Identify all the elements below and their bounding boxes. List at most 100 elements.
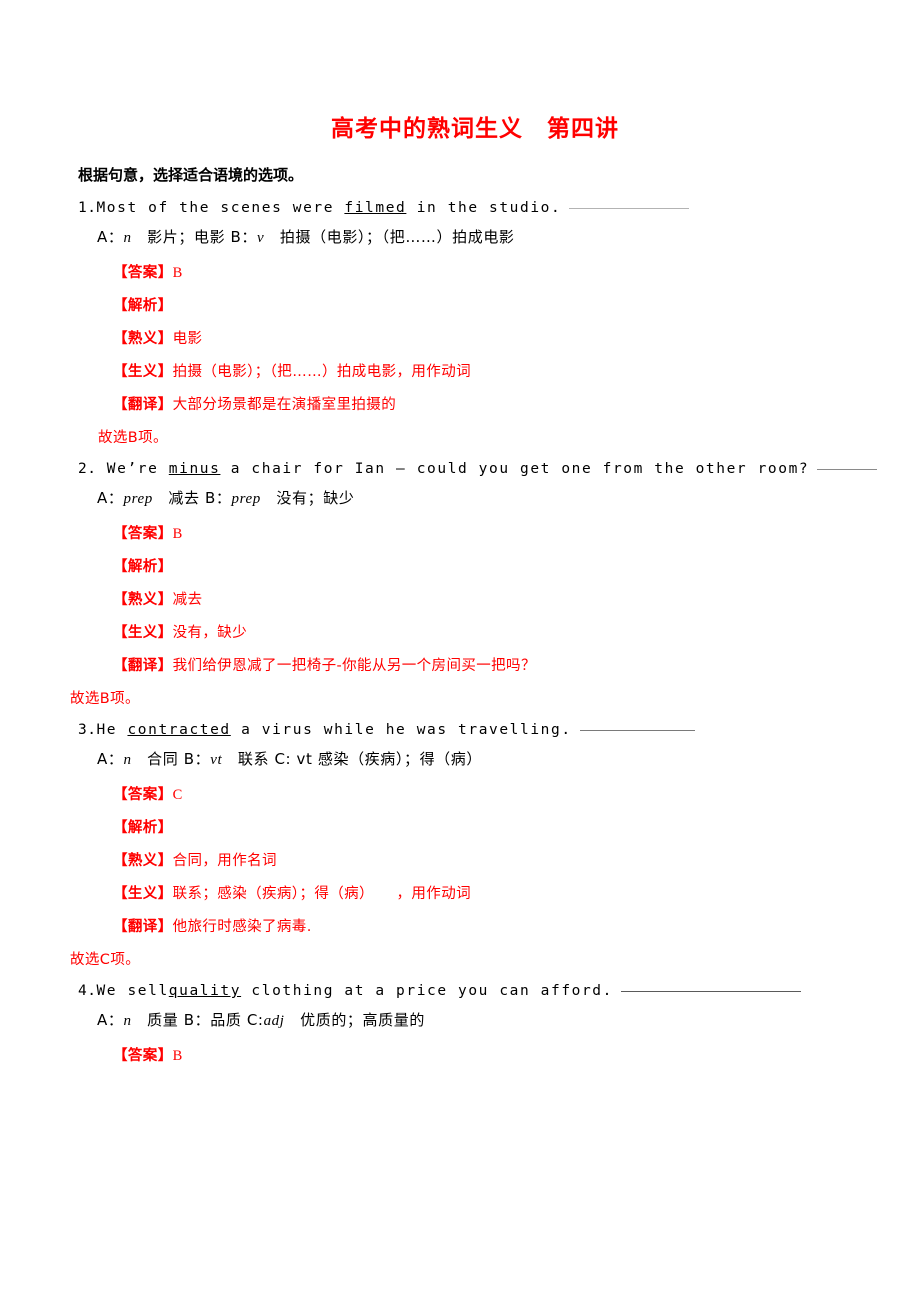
- common-meaning-line-1: 【熟义】电影: [0, 317, 920, 350]
- document-page: 高考中的熟词生义 第四讲 根据句意，选择适合语境的选项。 1.Most of t…: [0, 0, 920, 1302]
- common-meaning-label-3: 【熟义】: [113, 853, 173, 869]
- analysis-label-3: 【解析】: [113, 820, 173, 836]
- answer-label-4: 【答案】: [113, 1048, 173, 1064]
- option-a-pos-2: prep: [123, 491, 153, 507]
- option-a-pos-4: n: [123, 1013, 132, 1029]
- option-a-pos-3: n: [123, 752, 132, 768]
- answer-blank-3: [579, 730, 695, 731]
- common-meaning-line-3: 【熟义】合同，用作名词: [0, 839, 920, 872]
- question-stem-4: 4.We sellquality clothing at a price you…: [0, 971, 920, 1003]
- stem-text-before-1: Most of the scenes were: [96, 200, 345, 216]
- question-number-4: 4.: [78, 983, 97, 999]
- option-b-label-1: B：: [230, 228, 258, 246]
- option-a-text-1: 影片；电影: [131, 228, 231, 246]
- stem-keyword-1: filmed: [344, 200, 407, 216]
- question-block-1: 1.Most of the scenes were filmed in the …: [0, 188, 920, 449]
- new-meaning-line-2: 【生义】没有，缺少: [0, 611, 920, 644]
- answer-label-1: 【答案】: [113, 265, 173, 281]
- answer-line-3: 【答案】C: [0, 773, 920, 806]
- option-c-text-4: 优质的；高质量的: [284, 1011, 425, 1029]
- new-meaning-value-1: 拍摄（电影）；（把……）拍成电影，用作动词: [172, 364, 472, 380]
- question-block-3: 3.He contracted a virus while he was tra…: [0, 710, 920, 971]
- option-a-text-2: 减去: [152, 489, 205, 507]
- answer-line-1: 【答案】B: [0, 251, 920, 284]
- analysis-label-2: 【解析】: [113, 559, 173, 575]
- option-b-pos-2: prep: [231, 491, 261, 507]
- translation-value-3: 他旅行时感染了病毒.: [172, 919, 312, 935]
- option-b-label-4: B：: [183, 1011, 211, 1029]
- common-meaning-value-2: 减去: [172, 592, 203, 608]
- translation-line-2: 【翻译】我们给伊恩减了一把椅子-你能从另一个房间买一把吗？: [0, 644, 920, 677]
- document-body: 高考中的熟词生义 第四讲 根据句意，选择适合语境的选项。 1.Most of t…: [0, 0, 920, 1067]
- option-a-pos-1: n: [123, 230, 132, 246]
- analysis-line-1: 【解析】: [0, 284, 920, 317]
- option-b-pos-3: vt: [210, 752, 223, 768]
- option-a-text-4: 质量: [131, 1011, 184, 1029]
- option-c-pos-4: adj: [263, 1013, 285, 1029]
- answer-label-2: 【答案】: [113, 526, 173, 542]
- question-stem-1: 1.Most of the scenes were filmed in the …: [0, 188, 920, 220]
- option-a-label-1: A：: [97, 228, 124, 246]
- analysis-line-3: 【解析】: [0, 806, 920, 839]
- question-number-2: 2.: [78, 461, 97, 477]
- answer-blank-1: [569, 208, 690, 209]
- answer-label-3: 【答案】: [113, 787, 173, 803]
- option-a-label-4: A：: [97, 1011, 124, 1029]
- translation-label-1: 【翻译】: [113, 397, 173, 413]
- question-options-3: A：n 合同 B：vt 联系 C: vt 感染（疾病）；得（病）: [0, 742, 920, 773]
- answer-blank-2: [817, 469, 878, 470]
- conclusion-line-2: 故选B项。: [70, 691, 140, 707]
- option-c-pos-3: vt: [291, 750, 313, 768]
- question-stem-3: 3.He contracted a virus while he was tra…: [0, 710, 920, 742]
- option-c-label-3: C:: [274, 750, 292, 768]
- question-number-1: 1.: [78, 200, 97, 216]
- new-meaning-value-2: 没有，缺少: [172, 625, 248, 641]
- option-b-text-1: 拍摄（电影）；（把……）拍成电影: [264, 228, 515, 246]
- option-a-text-3: 合同: [131, 750, 184, 768]
- option-b-text-4: 品质: [210, 1011, 247, 1029]
- question-block-4: 4.We sellquality clothing at a price you…: [0, 971, 920, 1067]
- stem-keyword-4: quality: [168, 983, 242, 999]
- answer-blank-4: [620, 991, 801, 992]
- stem-text-before-4: We sell: [96, 983, 169, 999]
- conclusion-line-1: 故选B项。: [98, 430, 168, 446]
- option-a-label-2: A：: [97, 489, 124, 507]
- common-meaning-label-1: 【熟义】: [113, 331, 173, 347]
- answer-value-3: C: [172, 787, 183, 803]
- common-meaning-value-1: 电影: [172, 331, 203, 347]
- option-b-text-2: 没有；缺少: [260, 489, 355, 507]
- new-meaning-label-3: 【生义】: [113, 886, 173, 902]
- translation-value-2: 我们给伊恩减了一把椅子-你能从另一个房间买一把吗？: [172, 658, 536, 674]
- question-options-1: A：n 影片；电影 B：v 拍摄（电影）；（把……）拍成电影: [0, 220, 920, 251]
- question-options-4: A：n 质量 B：品质 C:adj 优质的；高质量的: [0, 1003, 920, 1034]
- translation-label-3: 【翻译】: [113, 919, 173, 935]
- translation-label-2: 【翻译】: [113, 658, 173, 674]
- option-b-text-3: 联系: [222, 750, 275, 768]
- answer-line-2: 【答案】B: [0, 512, 920, 545]
- new-meaning-value-3: 联系；感染（疾病）；得（病） ，用作动词: [172, 886, 472, 902]
- option-c-label-4: C:: [246, 1011, 264, 1029]
- conclusion-line-3: 故选C项。: [70, 952, 141, 968]
- stem-text-after-3: a virus while he was travelling.: [230, 722, 572, 738]
- answer-value-1: B: [172, 265, 183, 281]
- stem-text-after-2: a chair for Ian — could you get one from…: [220, 461, 810, 477]
- answer-value-2: B: [172, 526, 183, 542]
- stem-keyword-2: minus: [168, 461, 221, 477]
- question-options-2: A：prep 减去 B：prep 没有；缺少: [0, 481, 920, 512]
- common-meaning-label-2: 【熟义】: [113, 592, 173, 608]
- new-meaning-label-2: 【生义】: [113, 625, 173, 641]
- new-meaning-line-3: 【生义】联系；感染（疾病）；得（病） ，用作动词: [0, 872, 920, 905]
- question-number-3: 3.: [78, 722, 97, 738]
- question-block-2: 2. We’re minus a chair for Ian — could y…: [0, 449, 920, 710]
- translation-line-3: 【翻译】他旅行时感染了病毒.: [0, 905, 920, 938]
- option-c-text-3: 感染（疾病）；得（病）: [312, 750, 482, 768]
- option-b-label-2: B：: [204, 489, 232, 507]
- analysis-line-2: 【解析】: [0, 545, 920, 578]
- stem-text-before-2: We’re: [96, 461, 169, 477]
- answer-value-4: B: [172, 1048, 183, 1064]
- question-stem-2: 2. We’re minus a chair for Ian — could y…: [0, 449, 920, 481]
- instruction-line: 根据句意，选择适合语境的选项。: [78, 166, 304, 184]
- new-meaning-line-1: 【生义】拍摄（电影）；（把……）拍成电影，用作动词: [0, 350, 920, 383]
- stem-keyword-3: contracted: [127, 722, 231, 738]
- stem-text-before-3: He: [96, 722, 128, 738]
